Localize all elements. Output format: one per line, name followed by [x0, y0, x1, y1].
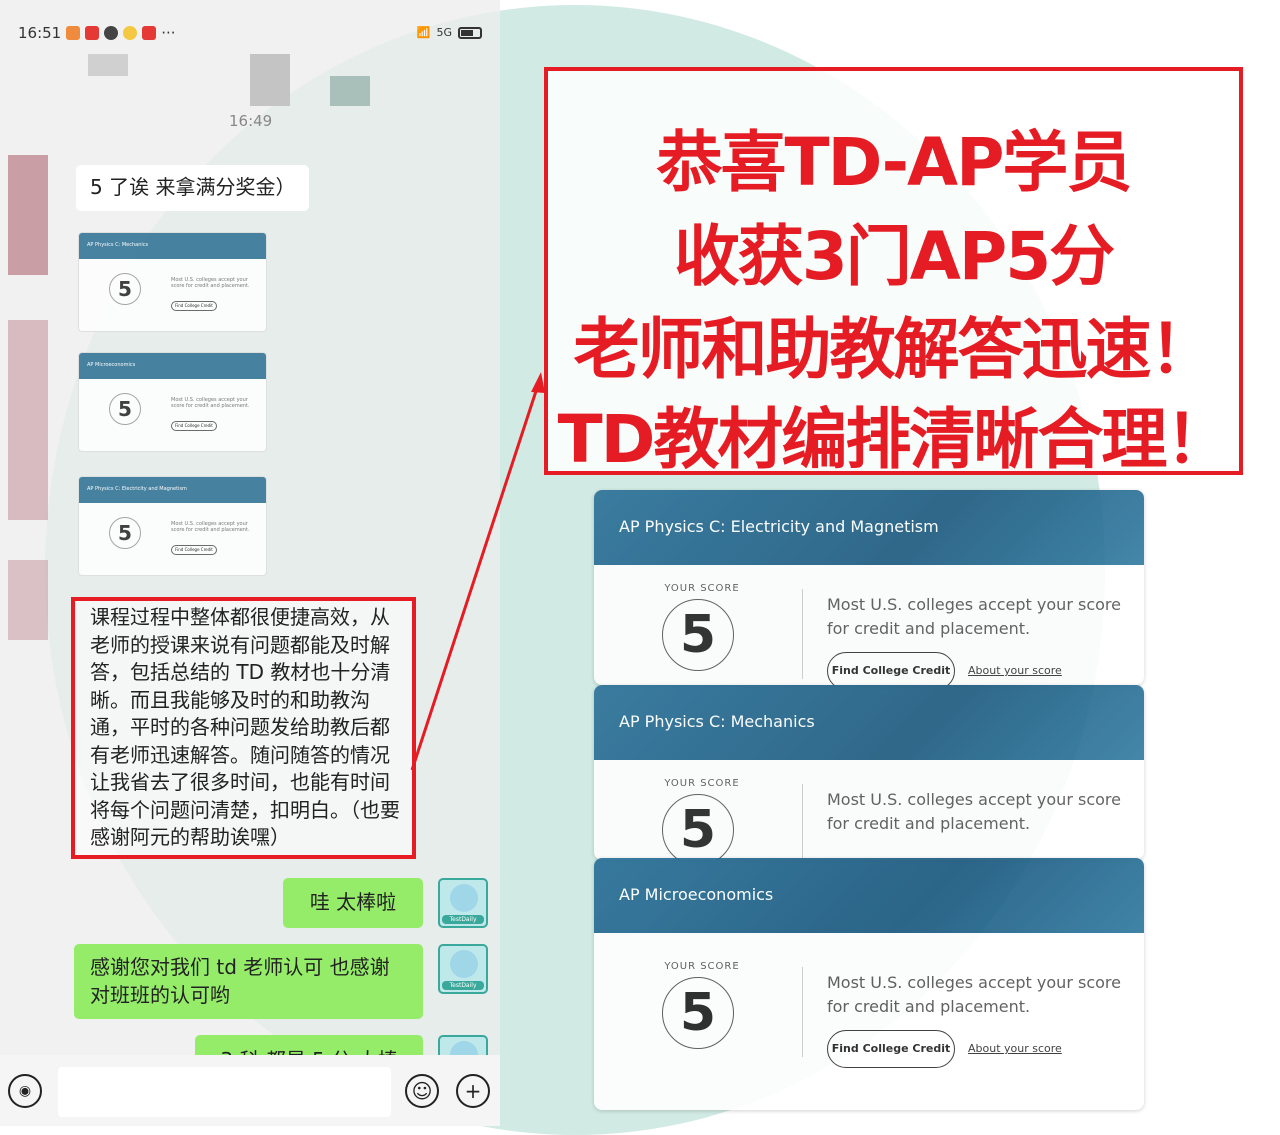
card-title: AP Physics C: Mechanics — [594, 685, 1144, 760]
score-badge: YOUR SCORE 5 — [654, 778, 742, 860]
card-title: AP Microeconomics — [594, 858, 1144, 933]
about-score-link[interactable]: About your score — [968, 1042, 1062, 1055]
find-college-credit-button[interactable]: Find College Credit — [827, 1030, 955, 1068]
card-title: AP Physics C: Electricity and Magnetism — [594, 490, 1144, 565]
card-description: Most U.S. colleges accept your score for… — [827, 973, 1121, 1016]
score-badge: YOUR SCORE 5 — [654, 961, 742, 1051]
about-score-link[interactable]: About your score — [968, 664, 1062, 677]
score-card: AP Physics C: Mechanics YOUR SCORE 5 Most… — [594, 685, 1144, 860]
card-description: Most U.S. colleges accept your score for… — [827, 790, 1121, 833]
find-college-credit-button[interactable]: Find College Credit — [827, 652, 955, 685]
score-badge: YOUR SCORE 5 — [654, 583, 742, 673]
card-description: Most U.S. colleges accept your score for… — [827, 595, 1121, 638]
score-card: AP Microeconomics YOUR SCORE 5 Most U.S. … — [594, 858, 1144, 1110]
score-card: AP Physics C: Electricity and Magnetism … — [594, 490, 1144, 685]
